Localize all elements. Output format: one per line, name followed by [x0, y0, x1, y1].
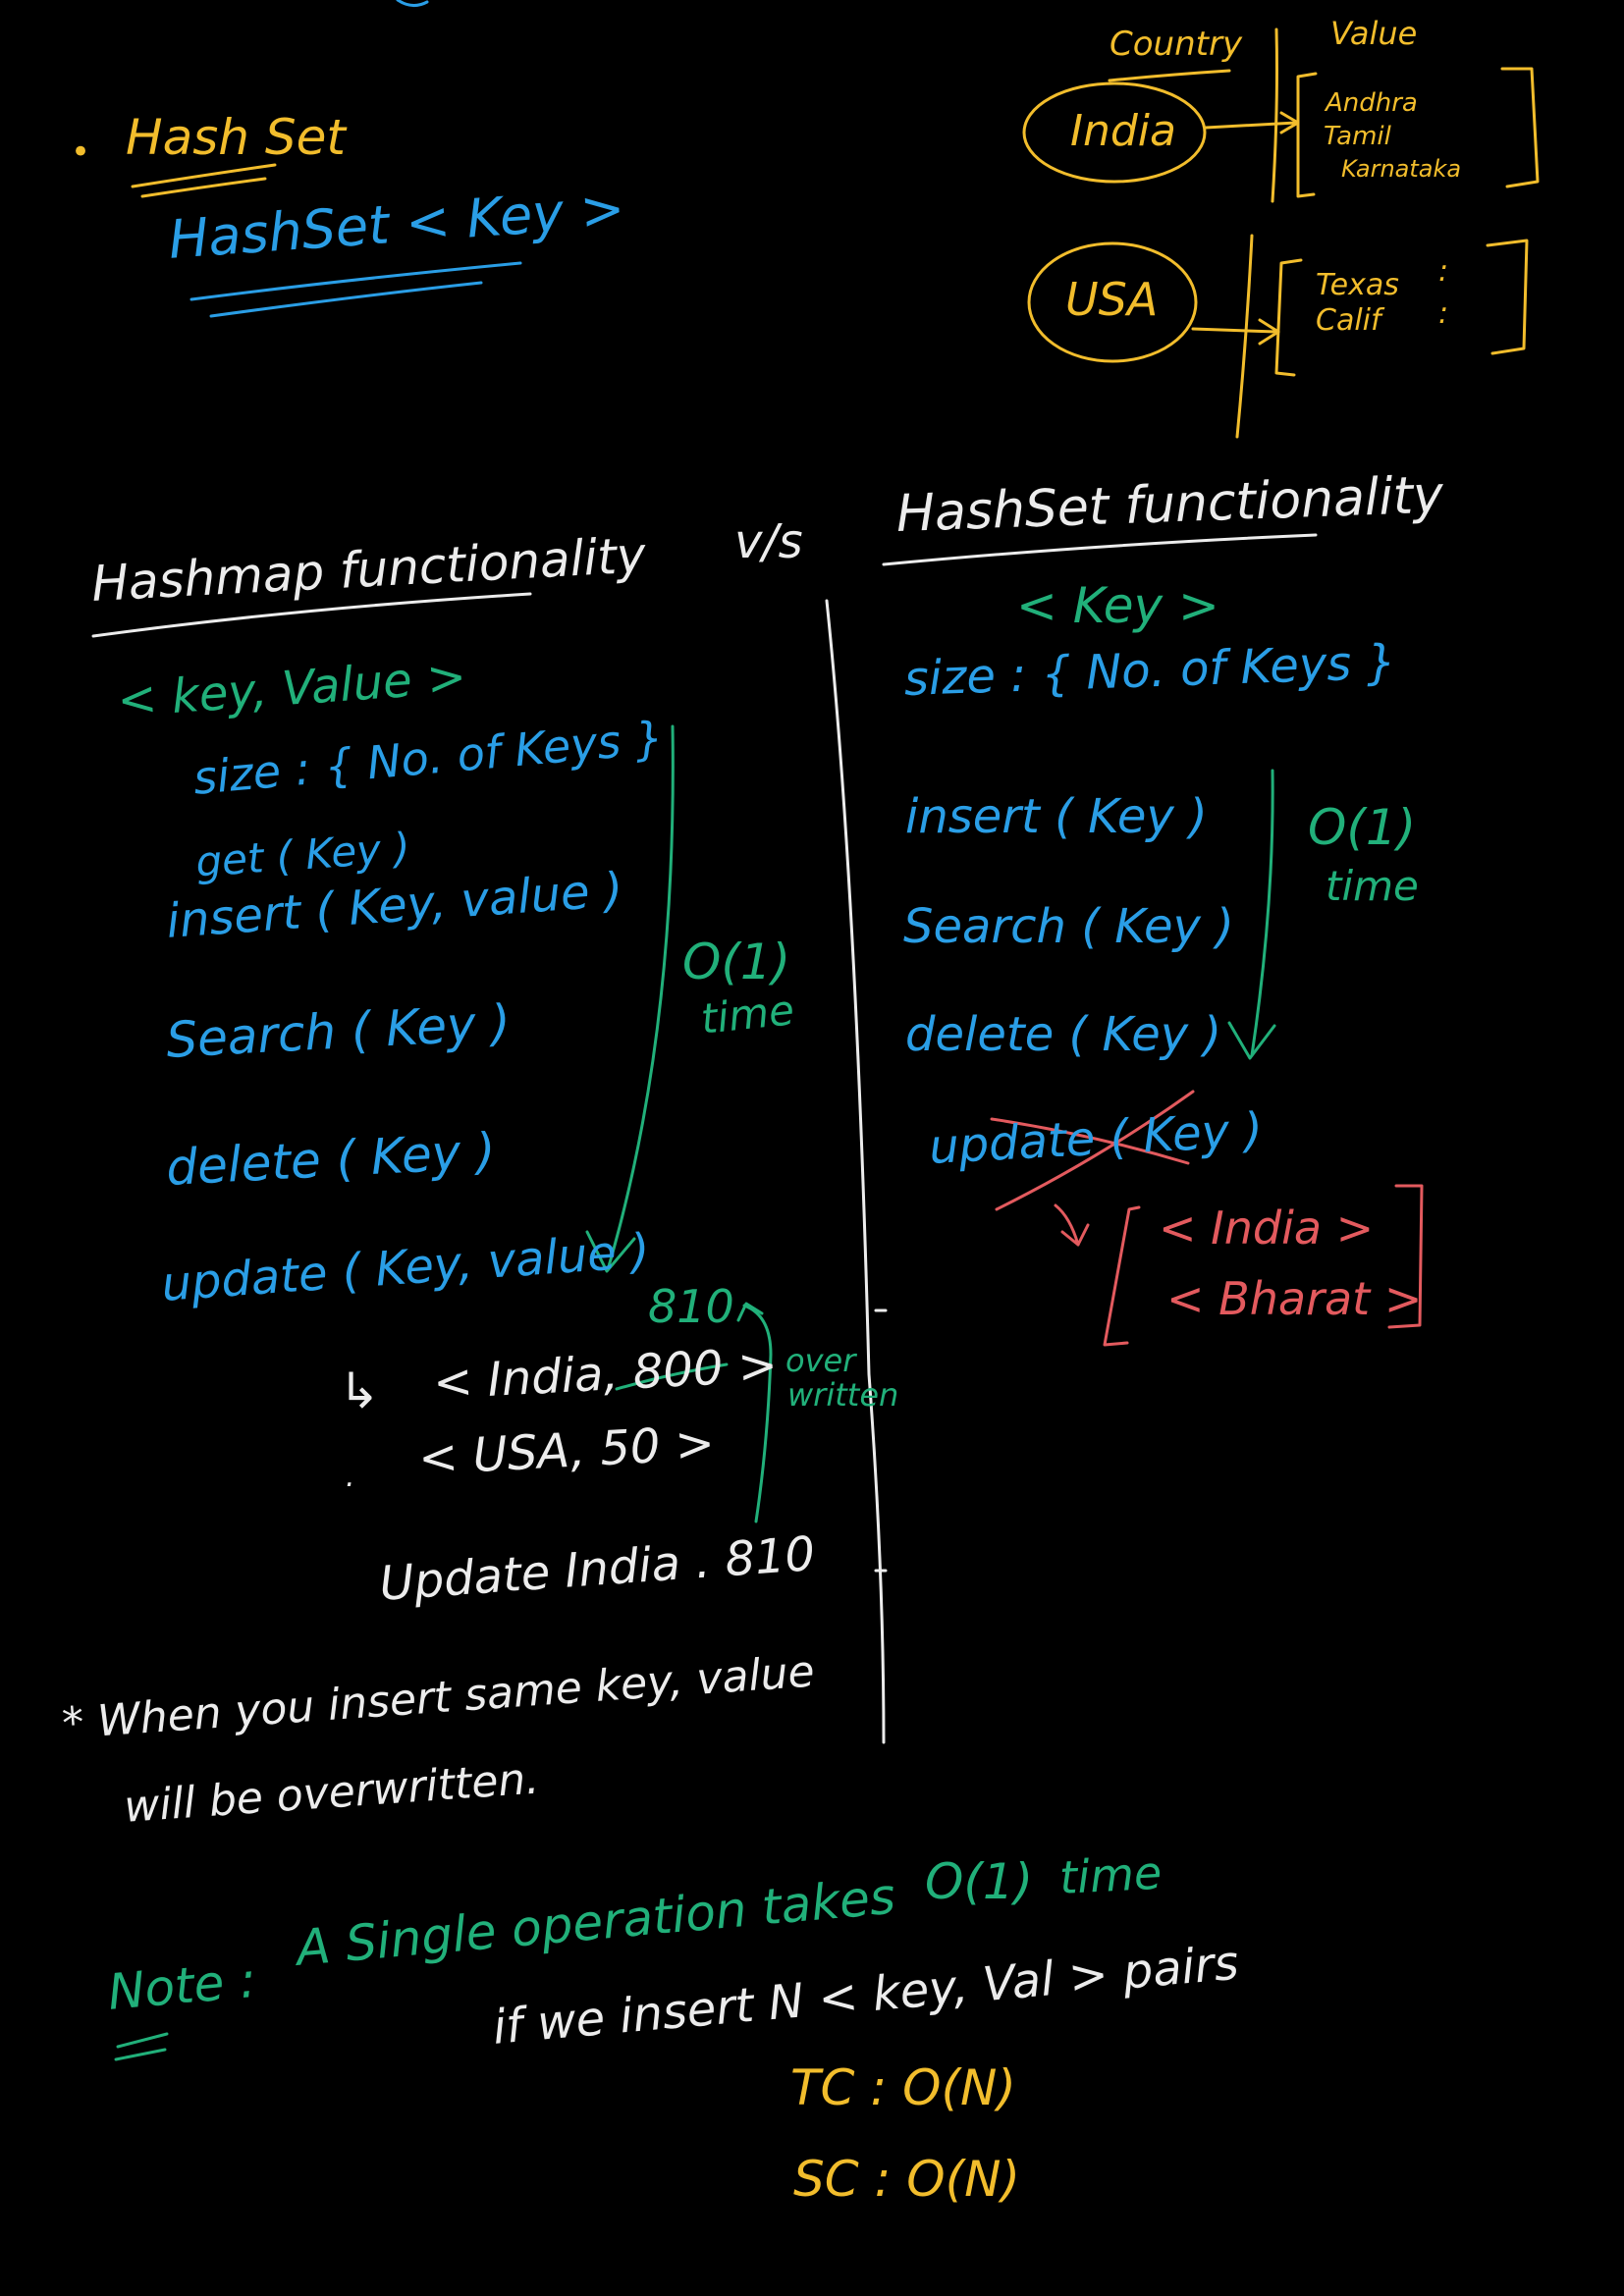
usa-values-list: Texas Calif	[1316, 271, 1399, 336]
note-underline	[114, 2032, 169, 2061]
hashmap-example-row2: < USA, 50 >	[416, 1415, 717, 1486]
hashset-title: Hash Set	[126, 109, 346, 166]
hashmap-complexity-order: O(1)	[682, 934, 791, 990]
hashset-title-underline	[131, 163, 277, 188]
map-divider-bottom	[1235, 234, 1254, 439]
usa-bracket-right	[1486, 239, 1529, 355]
map-divider-top	[1271, 27, 1278, 203]
hashset-example-item-1: < India >	[1159, 1201, 1375, 1255]
hashmap-example-new-value: 810	[648, 1280, 734, 1333]
usa-key: USA	[1065, 273, 1159, 326]
overwritten-label-1: over	[785, 1342, 856, 1379]
note-sc: SC : O(N)	[793, 2151, 1021, 2208]
vs-label: v/s	[734, 514, 803, 569]
notes-canvas: • Hash Set HashSet < Key > Country Value…	[0, 0, 1624, 2296]
note-tc: TC : O(N)	[790, 2059, 1016, 2116]
hashmap-example-arrow: ↳	[339, 1362, 380, 1419]
hashset-complexity-arrow	[1250, 769, 1274, 1057]
india-bracket-left	[1296, 72, 1318, 198]
hashset-example-item-2: < Bharat >	[1166, 1272, 1423, 1325]
hashset-syntax-underline	[189, 261, 522, 301]
hashset-syntax-underline-2	[209, 281, 483, 318]
note-label: Note :	[105, 1950, 259, 2021]
hashmap-example-dot: .	[346, 1460, 355, 1494]
usa-dots-2: :	[1438, 296, 1449, 331]
india-value-1: Andhra	[1326, 88, 1418, 118]
note-complexity: O(1)	[925, 1853, 1034, 1910]
note-time: time	[1057, 1845, 1164, 1904]
hashset-op-insert: insert ( Key )	[905, 789, 1208, 844]
hashset-op-search: Search ( Key )	[903, 899, 1234, 954]
india-value-2: Tamil	[1324, 122, 1391, 151]
hashset-complexity-order: O(1)	[1308, 799, 1417, 856]
usa-value-2: Calif	[1316, 303, 1381, 338]
usa-arrow	[1191, 318, 1280, 346]
hashset-bullet: •	[71, 133, 91, 172]
india-values-list: Andhra Tamil Karnataka	[1324, 88, 1462, 183]
hashset-bracket-left	[1103, 1205, 1141, 1347]
usa-bracket-left	[1274, 258, 1303, 377]
hashset-signature: < Key >	[1016, 577, 1219, 634]
map-header-value: Value	[1330, 15, 1418, 52]
hashset-update-arrow	[1054, 1203, 1090, 1247]
hashset-complexity-time: time	[1326, 862, 1419, 910]
usa-value-1: Texas	[1316, 268, 1399, 302]
india-value-3: Karnataka	[1341, 155, 1462, 183]
hashmap-complexity-arrow	[607, 724, 675, 1268]
india-key: India	[1070, 106, 1176, 156]
hashmap-complexity-time: time	[698, 986, 797, 1043]
top-fragment-stroke	[396, 0, 429, 7]
india-arrow	[1204, 111, 1300, 134]
india-bracket-right	[1500, 67, 1540, 188]
overwritten-label-2: written	[787, 1376, 899, 1414]
country-underline	[1108, 69, 1231, 82]
overwrite-bracket-arrowhead	[736, 1302, 764, 1322]
hashset-op-delete: delete ( Key )	[905, 1007, 1222, 1062]
map-header-key: Country	[1110, 25, 1243, 64]
usa-dots-1: :	[1438, 254, 1449, 289]
